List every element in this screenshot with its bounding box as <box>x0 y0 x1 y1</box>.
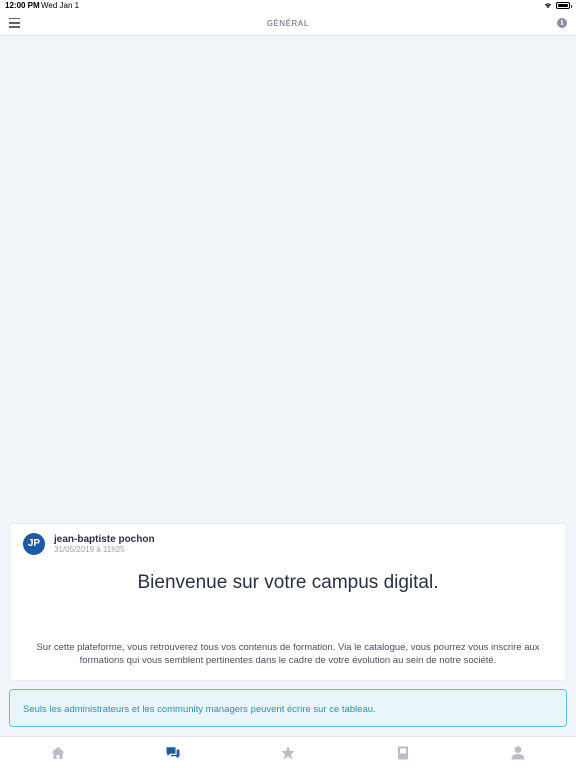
page-title: GÉNÉRAL <box>266 19 310 28</box>
info-icon[interactable]: i <box>557 18 567 28</box>
post-title: Bienvenue sur votre campus digital. <box>137 572 439 593</box>
avatar[interactable]: JP <box>23 533 45 555</box>
nav-bar: GÉNÉRAL i <box>0 12 576 36</box>
tab-discussions[interactable] <box>165 745 181 761</box>
user-icon <box>511 746 525 760</box>
tab-catalog[interactable] <box>395 745 411 761</box>
home-icon <box>51 746 65 759</box>
wifi-icon <box>544 3 552 9</box>
status-time: 12:00 PM <box>5 1 40 10</box>
tab-bar <box>0 736 576 768</box>
chat-icon <box>166 747 180 759</box>
post-date: 31/05/2019 à 11h25 <box>54 545 125 554</box>
tab-profile[interactable] <box>510 745 526 761</box>
post-author[interactable]: jean-baptiste pochon <box>54 534 155 545</box>
post-body: Sur cette plateforme, vous retrouverez t… <box>36 642 540 666</box>
status-bar: 12:00 PM Wed Jan 1 <box>0 0 576 12</box>
tab-home[interactable] <box>50 745 66 761</box>
status-indicators <box>544 2 572 9</box>
notice-banner: Seuls les administrateurs et les communi… <box>9 689 567 727</box>
post-card: JP jean-baptiste pochon 31/05/2019 à 11h… <box>9 523 567 681</box>
status-date: Wed Jan 1 <box>41 1 80 10</box>
notice-text: Seuls les administrateurs et les communi… <box>23 704 376 715</box>
tab-favorites[interactable] <box>280 745 296 761</box>
book-icon <box>398 746 408 760</box>
star-icon <box>281 746 295 760</box>
battery-icon <box>556 2 572 9</box>
